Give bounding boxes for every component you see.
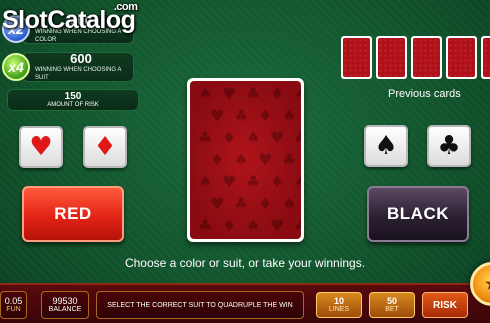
- hearts-icon: ♥: [29, 132, 53, 162]
- card-back-suit-mark: ♥: [270, 128, 284, 147]
- card-back-suit-mark: ♥: [210, 106, 224, 125]
- diamonds-button[interactable]: ♦: [83, 126, 127, 168]
- card-back-suit-mark: ♠: [198, 172, 212, 191]
- red-button-label: RED: [54, 204, 92, 223]
- win-caption-suit: Winning when choosing a suit: [35, 67, 122, 81]
- win-box-suit: 600 Winning when choosing a suit: [22, 52, 134, 82]
- card-back-suit-mark: ♠: [198, 84, 212, 103]
- card-back-suit-mark: ♣: [234, 106, 248, 125]
- previous-card: [376, 36, 407, 79]
- balance-value: 99530: [52, 296, 78, 306]
- card-back-suit-mark: ♠: [234, 150, 248, 169]
- lines-caption: LINES: [328, 306, 350, 313]
- card-back-suit-mark: ♥: [210, 194, 224, 213]
- bet-caption: BET: [385, 306, 399, 313]
- card-back-suit-mark: ♣: [198, 216, 212, 235]
- card-back-suit-mark: ♦: [222, 128, 236, 147]
- instruction-text: Choose a color or suit, or take your win…: [124, 256, 366, 270]
- card-back-suit-mark: ♠: [282, 106, 296, 125]
- main-card: ♠♥♣♦♠♥♣♦♠♥♣♦♠♥♣♦♠♥♣♦♠♥♣♦♠♥♣♦♠♥♣♦♠♥♣: [187, 78, 304, 242]
- risk-button[interactable]: RISK: [422, 292, 468, 318]
- fun-caption: FUN: [6, 306, 21, 313]
- card-back-suit-mark: ♠: [294, 172, 301, 191]
- card-back-suit-mark: ♥: [270, 216, 284, 235]
- spades-icon: ♠: [374, 131, 398, 161]
- card-back-suit-mark: ♣: [198, 128, 212, 147]
- black-button[interactable]: BLACK: [367, 186, 469, 242]
- risk-caption: Amount of risk: [47, 101, 99, 108]
- card-back-suit-mark: ♣: [246, 84, 260, 103]
- risk-amount-box: 150 Amount of risk: [7, 89, 139, 111]
- card-back-suit-mark: ♠: [246, 216, 260, 235]
- card-back-suit-mark: ♥: [222, 84, 236, 103]
- watermark-logo: SlotCatalog .com: [2, 1, 138, 35]
- card-back-suit-mark: ♣: [282, 150, 296, 169]
- risk-button-label: RISK: [433, 299, 457, 311]
- bet-button[interactable]: 50 BET: [369, 292, 415, 318]
- risk-amount: 150: [64, 90, 82, 102]
- previous-cards-label: Previous cards: [388, 88, 461, 100]
- red-button[interactable]: RED: [22, 186, 124, 242]
- balance-display: 99530 BALANCE: [41, 291, 89, 319]
- previous-card: [341, 36, 372, 79]
- card-back-suit-mark: ♦: [258, 194, 272, 213]
- card-back-suit-mark: ♦: [258, 106, 272, 125]
- lines-value: 10: [333, 296, 344, 306]
- previous-card: [411, 36, 442, 79]
- card-back-suit-mark: ♦: [270, 172, 284, 191]
- card-back-suit-mark: ♣: [294, 128, 301, 147]
- card-back-suit-mark: ♠: [246, 128, 260, 147]
- card-back-suit-mark: ♦: [270, 84, 284, 103]
- balance-caption: BALANCE: [48, 306, 82, 313]
- card-back-suit-mark: ♦: [222, 216, 236, 235]
- card-back-suit-mark: ♣: [294, 216, 301, 235]
- message-panel: Select the correct suit to quadruple the…: [96, 291, 304, 319]
- card-back-suit-mark: ♠: [282, 194, 296, 213]
- win-row-suit: x4 600 Winning when choosing a suit: [2, 52, 134, 82]
- clubs-button[interactable]: ♣: [427, 125, 471, 167]
- previous-card: [446, 36, 477, 79]
- card-back-suit-mark: ♥: [258, 150, 272, 169]
- bottom-bar: 0.05 FUN 99530 BALANCE Select the correc…: [0, 283, 490, 323]
- card-back-suit-mark: ♥: [222, 172, 236, 191]
- diamonds-icon: ♦: [93, 132, 117, 162]
- bet-value: 50: [386, 296, 397, 306]
- card-back-suits-svg: ♠♥♣♦♠♥♣♦♠♥♣♦♠♥♣♦♠♥♣♦♠♥♣♦♠♥♣♦♠♥♣♦♠♥♣: [198, 84, 301, 235]
- card-back-suit-mark: ♦: [210, 150, 224, 169]
- card-back-pattern: ♠♥♣♦♠♥♣♦♠♥♣♦♠♥♣♦♠♥♣♦♠♥♣♦♠♥♣♦♠♥♣♦♠♥♣: [190, 81, 301, 239]
- clubs-icon: ♣: [437, 131, 461, 161]
- card-back-suit-mark: ♠: [294, 84, 301, 103]
- previous-card: [481, 36, 490, 79]
- hearts-button[interactable]: ♥: [19, 126, 63, 168]
- black-button-label: BLACK: [387, 204, 449, 223]
- card-back-suit-mark: ♣: [234, 194, 248, 213]
- multiplier-badge-suit: x4: [2, 53, 30, 81]
- star-icon: ★: [485, 274, 490, 294]
- watermark-suffix: .com: [113, 1, 138, 13]
- message-text: Select the correct suit to quadruple the…: [107, 301, 293, 309]
- lines-button[interactable]: 10 LINES: [316, 292, 362, 318]
- fun-display: 0.05 FUN: [0, 291, 27, 319]
- fun-value: 0.05: [4, 296, 23, 306]
- win-amount-suit: 600: [70, 51, 92, 66]
- spades-button[interactable]: ♠: [364, 125, 408, 167]
- card-back-suit-mark: ♣: [246, 172, 260, 191]
